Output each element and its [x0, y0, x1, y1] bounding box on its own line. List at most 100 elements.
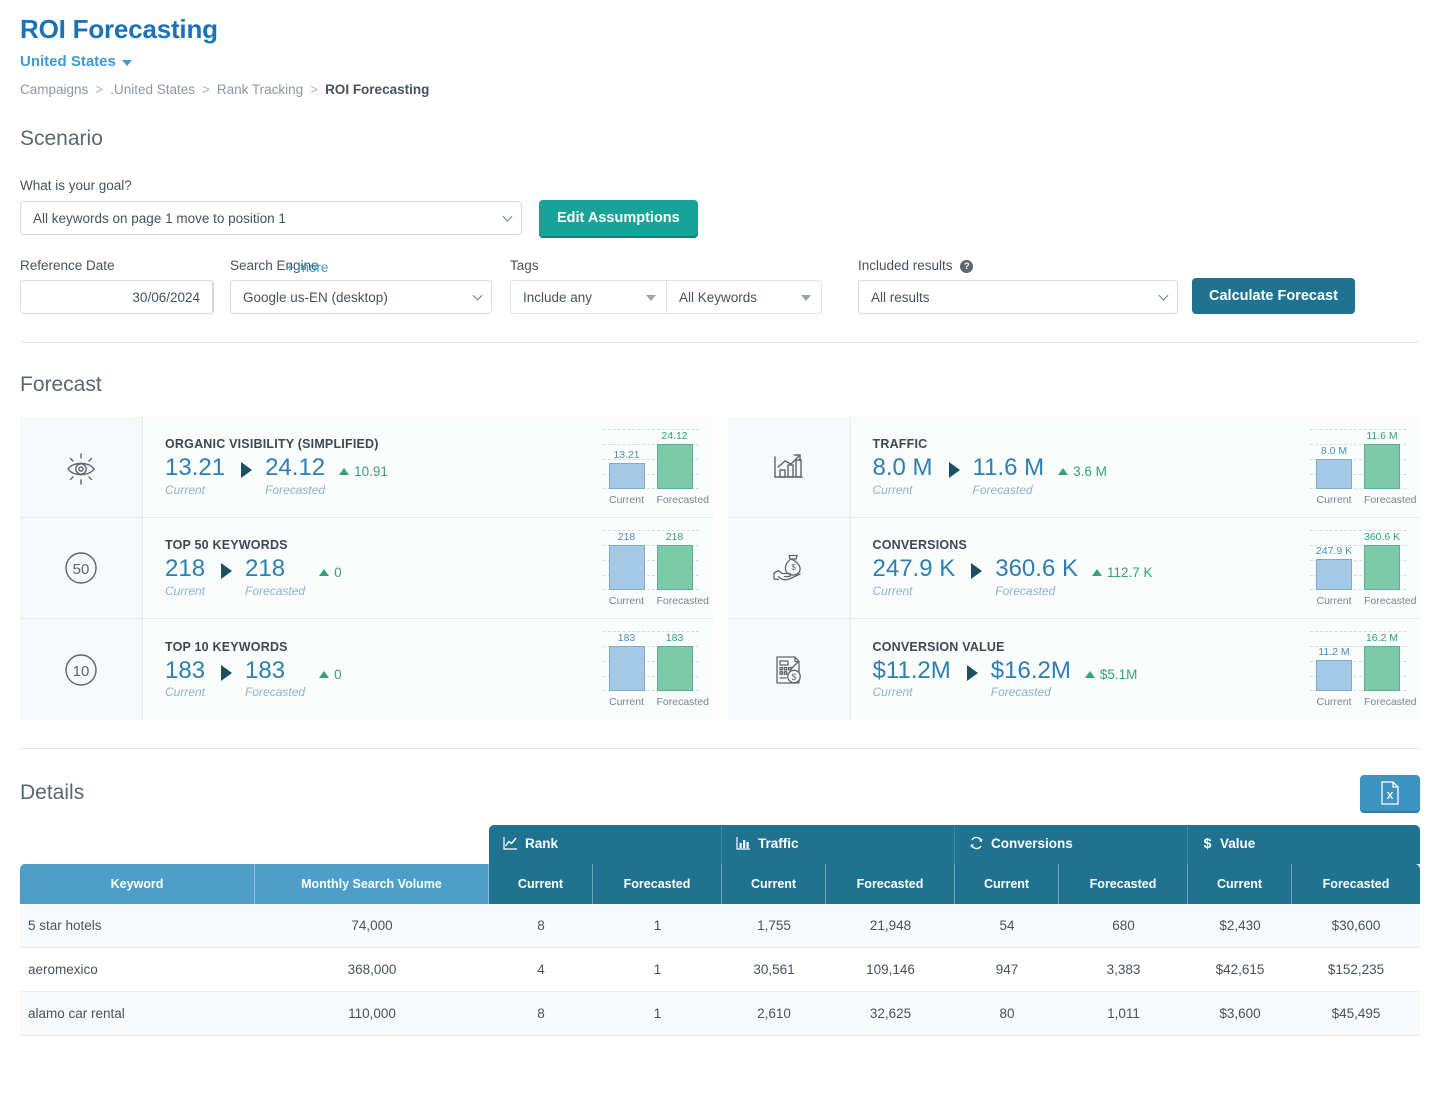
mini-bar-forecast-label: 218 — [666, 531, 684, 543]
card-numbers: 218 Current 218 Forecasted 0 — [165, 556, 342, 597]
arrow-right-icon — [241, 462, 252, 478]
mini-axis-current: Current — [1316, 595, 1352, 607]
arrow-right-icon — [221, 665, 232, 681]
card-current-caption: Current — [873, 685, 951, 699]
filters-row: Reference Date — [20, 258, 1420, 314]
card-metrics: TOP 10 KEYWORDS 183 Current 183 Forecast… — [165, 640, 342, 699]
column-header-conversions-forecasted[interactable]: Forecasted — [1059, 864, 1188, 904]
table-row[interactable]: aeromexico 368,000 4 1 30,561 109,146 94… — [20, 948, 1420, 992]
column-header-value-current[interactable]: Current — [1188, 864, 1292, 904]
mini-bars: 11.2 M 16.2 M — [1310, 631, 1406, 691]
tags-group: Tags Include any All Keywords + more — [510, 258, 858, 314]
column-header-monthly-search-volume[interactable]: Monthly Search Volume — [255, 864, 489, 904]
card-forecast-block: 360.6 K Forecasted — [995, 556, 1078, 597]
arrow-right-icon — [971, 563, 982, 579]
cell-rank-current: 4 — [489, 948, 593, 992]
bar-chart-up-icon — [769, 447, 809, 487]
page-root: ROI Forecasting United States Campaigns … — [0, 14, 1440, 1036]
card-title: TRAFFIC — [873, 437, 1107, 451]
edit-assumptions-button[interactable]: Edit Assumptions — [539, 200, 698, 236]
mini-bar-forecast-label: 24.12 — [661, 430, 687, 442]
help-icon[interactable]: ? — [960, 260, 973, 273]
reference-date-input[interactable] — [21, 281, 212, 313]
page-header: ROI Forecasting United States Campaigns … — [20, 14, 1420, 97]
table-row[interactable]: 5 star hotels 74,000 8 1 1,755 21,948 54… — [20, 904, 1420, 948]
table-row[interactable]: alamo car rental 110,000 8 1 2,610 32,62… — [20, 992, 1420, 1036]
cell-keyword: 5 star hotels — [20, 904, 255, 948]
card-mini-chart: 13.21 24.12 Current Forecasted — [603, 429, 699, 506]
group-header-traffic: Traffic — [722, 825, 955, 864]
mini-bar-forecast: 16.2 M — [1364, 646, 1400, 691]
mini-bar-forecast: 360.6 K — [1364, 545, 1400, 590]
column-header-conversions-current[interactable]: Current — [955, 864, 1059, 904]
card-mini-chart: 11.2 M 16.2 M Current Forecasted — [1310, 631, 1406, 708]
mini-bar-forecast: 218 — [657, 545, 693, 590]
cell-value-forecasted: $30,600 — [1292, 904, 1420, 948]
dollar-icon: $ — [1202, 836, 1213, 853]
column-header-traffic-current[interactable]: Current — [722, 864, 826, 904]
tags-value-select[interactable]: All Keywords — [666, 280, 822, 314]
cell-value-forecasted: $45,495 — [1292, 992, 1420, 1036]
mini-axis: Current Forecasted — [603, 595, 699, 607]
calendar-icon-button[interactable] — [212, 281, 214, 313]
cell-search-volume: 74,000 — [255, 904, 489, 948]
column-header-rank-current[interactable]: Current — [489, 864, 593, 904]
column-header-traffic-forecasted[interactable]: Forecasted — [826, 864, 955, 904]
card-body: CONVERSION VALUE $11.2M Current $16.2M F… — [851, 619, 1421, 720]
card-numbers: 13.21 Current 24.12 Forecasted 10.91 — [165, 455, 388, 496]
mini-axis-current: Current — [1316, 696, 1352, 708]
card-current-block: 13.21 Current — [165, 455, 225, 496]
group-spacer — [20, 825, 489, 864]
calculate-forecast-button[interactable]: Calculate Forecast — [1192, 278, 1355, 314]
search-engine-select[interactable]: Google us-EN (desktop) — [230, 280, 492, 314]
column-header-value-forecasted[interactable]: Forecasted — [1292, 864, 1420, 904]
tags-label: Tags — [510, 258, 858, 273]
column-header-rank-forecasted[interactable]: Forecasted — [593, 864, 722, 904]
breadcrumb-item-campaigns[interactable]: Campaigns — [20, 82, 88, 97]
cell-conversions-forecasted: 680 — [1059, 904, 1188, 948]
calendar-icon — [213, 290, 214, 304]
breadcrumb: Campaigns > .United States > Rank Tracki… — [20, 82, 1420, 97]
breadcrumb-item-rank-tracking[interactable]: Rank Tracking — [217, 82, 303, 97]
card-mini-chart: 247.9 K 360.6 K Current Forecasted — [1310, 530, 1406, 607]
card-forecast-caption: Forecasted — [265, 483, 325, 497]
card-forecast-value: 183 — [245, 658, 305, 684]
card-delta-value: 112.7 K — [1107, 565, 1153, 580]
tags-mode-select[interactable]: Include any — [510, 280, 666, 314]
card-icon-cell: $ — [728, 518, 851, 618]
country-label: United States — [20, 53, 116, 70]
column-header-keyword[interactable]: Keyword — [20, 864, 255, 904]
cell-rank-current: 8 — [489, 904, 593, 948]
card-forecast-block: $16.2M Forecasted — [991, 658, 1071, 699]
included-results-select[interactable]: All results — [858, 280, 1178, 314]
excel-export-button[interactable]: X — [1360, 775, 1420, 811]
tags-mode-value: Include any — [523, 290, 592, 305]
card-body: ORGANIC VISIBILITY (SIMPLIFIED) 13.21 Cu… — [143, 417, 713, 517]
card-delta-value: $5.1M — [1100, 667, 1138, 682]
mini-bar-current-label: 183 — [618, 632, 636, 644]
goal-select[interactable]: All keywords on page 1 move to position … — [20, 201, 522, 235]
more-tags-link[interactable]: + more — [286, 260, 328, 275]
card-forecast-value: 218 — [245, 556, 305, 582]
breadcrumb-item-united-states[interactable]: .United States — [110, 82, 195, 97]
mini-axis-current: Current — [609, 696, 645, 708]
mini-plot: 247.9 K 360.6 K — [1310, 530, 1406, 590]
mini-bars: 8.0 M 11.6 M — [1310, 429, 1406, 489]
card-title: CONVERSION VALUE — [873, 640, 1138, 654]
reference-date-field[interactable] — [20, 280, 214, 314]
forecast-heading: Forecast — [20, 373, 1420, 397]
svg-text:X: X — [1387, 791, 1394, 802]
cell-value-current: $3,600 — [1188, 992, 1292, 1036]
country-selector[interactable]: United States — [20, 53, 1420, 70]
mini-axis-forecasted: Forecasted — [1364, 494, 1400, 506]
included-results-text: Included results — [858, 258, 953, 273]
card-current-block: 218 Current — [165, 556, 205, 597]
card-delta: 0 — [319, 667, 342, 682]
reference-date-group: Reference Date — [20, 258, 230, 314]
svg-text:10: 10 — [73, 663, 90, 680]
triangle-up-icon — [1085, 671, 1095, 678]
card-mini-chart: 8.0 M 11.6 M Current Forecasted — [1310, 429, 1406, 506]
card-current-block: 247.9 K Current — [873, 556, 956, 597]
card-body: TOP 50 KEYWORDS 218 Current 218 Forecast… — [143, 518, 713, 618]
mini-bar-forecast: 183 — [657, 646, 693, 691]
